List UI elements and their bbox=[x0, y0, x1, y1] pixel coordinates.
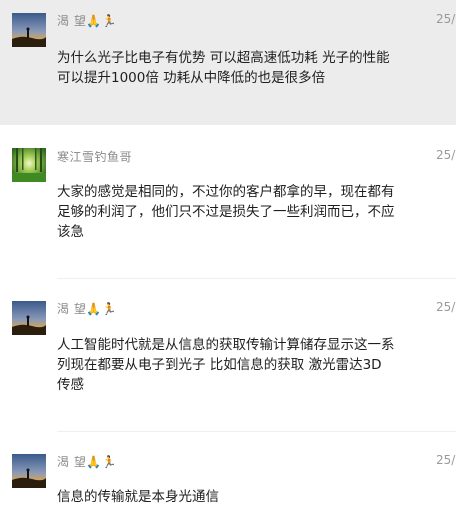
sender-name: 渴 望🙏🏃 bbox=[57, 302, 118, 316]
avatar[interactable] bbox=[12, 301, 46, 335]
message-text: 为什么光子比电子有优势 可以超高速低功耗 光子的性能 可以提升1000倍 功耗从… bbox=[57, 50, 390, 86]
avatar[interactable] bbox=[12, 13, 46, 47]
message-item[interactable]: 寒江雪钓鱼哥 25/ 大家的感觉是相同的，不过你的客户都拿的早，现在都有 足够的… bbox=[0, 125, 456, 279]
sender-name: 寒江雪钓鱼哥 bbox=[57, 150, 133, 164]
timestamp: 25/ bbox=[436, 148, 456, 162]
message-item[interactable]: 渴 望🙏🏃 25/ 人工智能时代就是从信息的获取传输计算储存显示这一系 列现在都… bbox=[0, 279, 456, 432]
forest-avatar-image bbox=[12, 148, 46, 182]
timestamp: 25/ bbox=[436, 300, 456, 314]
sunset-avatar-image bbox=[12, 301, 46, 335]
sender-name: 渴 望🙏🏃 bbox=[57, 455, 118, 469]
message-text: 大家的感觉是相同的，不过你的客户都拿的早，现在都有 足够的利润了，他们只不过是损… bbox=[57, 184, 395, 240]
message-item[interactable]: 渴 望🙏🏃 25/ 信息的传输就是本身光通信 bbox=[0, 432, 456, 518]
sunset-avatar-image bbox=[12, 13, 46, 47]
timestamp: 25/ bbox=[436, 12, 456, 26]
message-item[interactable]: 渴 望🙏🏃 25/ 为什么光子比电子有优势 可以超高速低功耗 光子的性能 可以提… bbox=[0, 0, 456, 125]
message-text: 人工智能时代就是从信息的获取传输计算储存显示这一系 列现在都要从电子到光子 比如… bbox=[57, 337, 395, 393]
sunset-avatar-image bbox=[12, 454, 46, 488]
avatar[interactable] bbox=[12, 148, 46, 182]
sender-name: 渴 望🙏🏃 bbox=[57, 14, 118, 28]
timestamp: 25/ bbox=[436, 453, 456, 467]
avatar[interactable] bbox=[12, 454, 46, 488]
message-text: 信息的传输就是本身光通信 bbox=[57, 489, 219, 505]
